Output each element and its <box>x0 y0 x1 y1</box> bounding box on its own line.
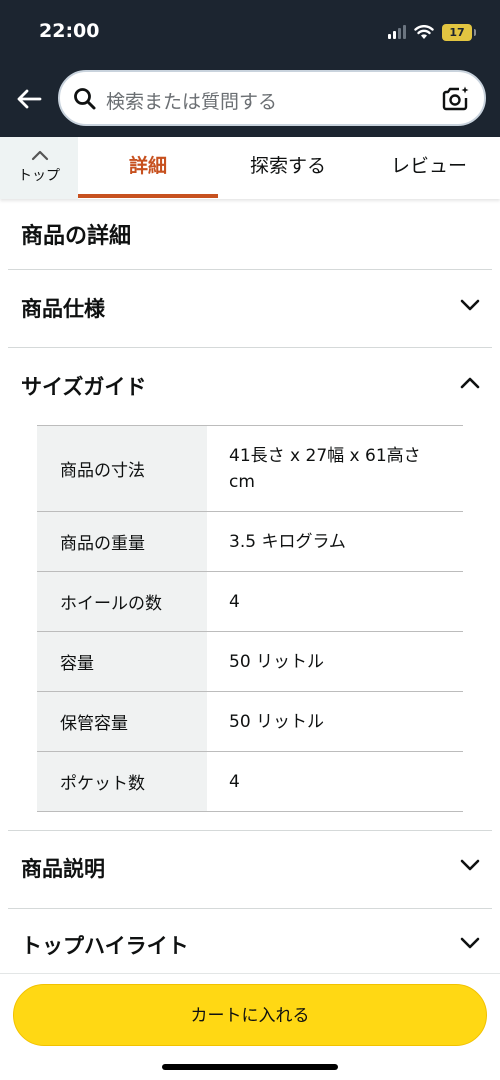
spec-key: ホイールの数 <box>37 572 207 631</box>
wifi-icon <box>414 24 434 39</box>
spec-key: ポケット数 <box>37 752 207 811</box>
header: 22:00 17 検索または質問する <box>0 0 500 137</box>
status-icons: 17 <box>388 22 476 42</box>
divider <box>8 908 492 909</box>
table-row: 商品の寸法 41長さ x 27幅 x 61高さ cm <box>37 426 463 512</box>
home-indicator <box>162 1064 338 1070</box>
chevron-down-icon[interactable] <box>459 298 481 312</box>
spec-value: 50 リットル <box>229 711 325 732</box>
chevron-down-icon[interactable] <box>459 858 481 872</box>
tab-reviews[interactable]: レビュー <box>358 137 500 199</box>
spec-key: 商品の重量 <box>37 512 207 571</box>
spec-value: 4 <box>229 591 240 612</box>
caret-up-icon <box>31 150 49 161</box>
table-row: ポケット数 4 <box>37 752 463 812</box>
divider <box>8 347 492 348</box>
accordion-product-specs[interactable]: 商品仕様 <box>21 293 105 323</box>
tab-bar: トップ 詳細 探索する レビュー <box>0 137 500 199</box>
accordion-product-description[interactable]: 商品説明 <box>21 853 105 883</box>
table-row: ホイールの数 4 <box>37 572 463 632</box>
camera-search-icon[interactable] <box>442 85 470 113</box>
accordion-top-highlights[interactable]: トップハイライト <box>21 930 189 960</box>
chevron-up-icon[interactable] <box>459 376 481 390</box>
battery-icon: 17 <box>442 23 476 41</box>
spec-value: 41長さ x 27幅 x 61高さ cm <box>229 445 421 492</box>
table-row: 商品の重量 3.5 キログラム <box>37 512 463 572</box>
divider <box>8 830 492 831</box>
active-tab-indicator <box>78 194 218 198</box>
tab-details[interactable]: 詳細 <box>78 137 218 199</box>
add-to-cart-button[interactable]: カートに入れる <box>13 984 487 1046</box>
spec-value: 4 <box>229 771 240 792</box>
spec-key: 容量 <box>37 632 207 691</box>
tab-top-label: トップ <box>18 168 60 184</box>
bottom-bar-separator <box>0 973 500 974</box>
status-time: 22:00 <box>39 20 100 42</box>
tab-explore[interactable]: 探索する <box>218 137 358 199</box>
search-icon <box>74 88 96 110</box>
accordion-size-guide[interactable]: サイズガイド <box>21 371 146 401</box>
table-row: 保管容量 50 リットル <box>37 692 463 752</box>
search-bar[interactable]: 検索または質問する <box>58 70 486 126</box>
tab-top[interactable]: トップ <box>0 137 78 199</box>
chevron-down-icon[interactable] <box>459 936 481 950</box>
back-arrow-icon[interactable] <box>14 84 44 114</box>
divider <box>8 269 492 270</box>
cellular-signal-icon <box>388 25 406 39</box>
spec-value: 50 リットル <box>229 651 325 672</box>
table-row: 容量 50 リットル <box>37 632 463 692</box>
size-guide-table: 商品の寸法 41長さ x 27幅 x 61高さ cm 商品の重量 3.5 キログ… <box>37 425 463 812</box>
spec-value: 3.5 キログラム <box>229 531 346 552</box>
spec-key: 商品の寸法 <box>37 426 207 511</box>
details-title: 商品の詳細 <box>21 224 132 249</box>
spec-key: 保管容量 <box>37 692 207 751</box>
search-placeholder: 検索または質問する <box>106 91 278 113</box>
